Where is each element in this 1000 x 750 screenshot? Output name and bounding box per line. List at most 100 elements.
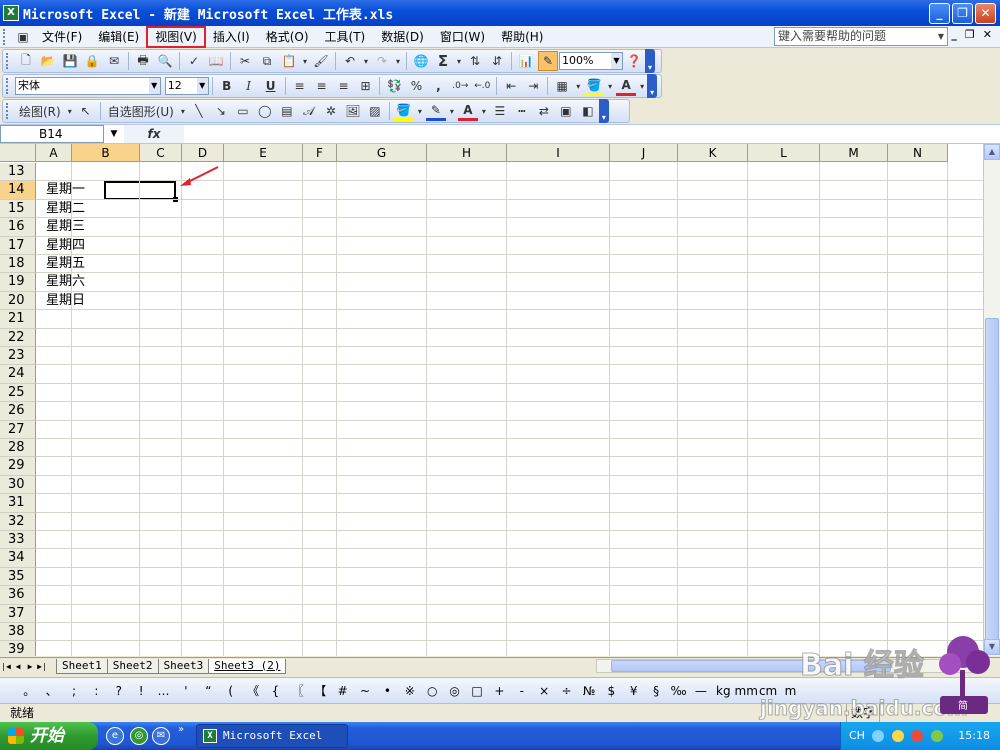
tray-user-icon[interactable] — [891, 730, 904, 742]
help-icon[interactable]: ❓ — [624, 51, 644, 71]
cell-A18[interactable]: 星期五 — [46, 255, 85, 273]
column-header-J[interactable]: J — [610, 144, 678, 162]
scroll-up-button[interactable]: ▲ — [984, 144, 1000, 160]
symbol-button[interactable]: : — [85, 684, 107, 698]
cell-A20[interactable]: 星期日 — [46, 292, 85, 310]
menu-file[interactable]: 文件(F) — [34, 27, 90, 47]
row-header-39[interactable]: 39 — [0, 641, 36, 656]
sheet-tab-sheet1[interactable]: Sheet1 — [56, 658, 108, 674]
doc-restore-button[interactable]: ❐ — [965, 28, 975, 41]
underline-button[interactable]: U — [261, 76, 281, 96]
align-left-icon[interactable]: ≡ — [290, 76, 310, 96]
increase-decimal-icon[interactable]: .0→ — [450, 76, 470, 96]
menu-excel-icon[interactable]: ▣ — [13, 27, 33, 47]
print-icon[interactable]: 🖶 — [133, 51, 153, 71]
doc-close-button[interactable]: ✕ — [983, 28, 992, 41]
menu-insert[interactable]: 插入(I) — [205, 27, 258, 47]
autoshapes-button[interactable]: 自选图形(U) — [105, 101, 177, 121]
row-header-14[interactable]: 14 — [0, 181, 36, 200]
cell-A16[interactable]: 星期三 — [46, 218, 85, 236]
shadow-style-icon[interactable]: ▣ — [556, 101, 576, 121]
wordart-icon[interactable]: 𝒜 — [299, 101, 319, 121]
help-dropdown-icon[interactable]: ▼ — [935, 28, 947, 45]
symbol-button[interactable]: ※ — [399, 684, 421, 698]
fill-color-dropdown-icon[interactable]: ▾ — [606, 76, 614, 96]
cell-A17[interactable]: 星期四 — [46, 237, 85, 255]
toolbar-options-icon[interactable]: ▾ — [647, 74, 658, 98]
undo-icon[interactable]: ↶ — [340, 51, 360, 71]
zoom-select[interactable]: 100% ▼ — [559, 52, 623, 70]
shape-fill-icon[interactable]: 🪣 — [393, 101, 414, 121]
symbol-button[interactable]: ‰ — [667, 684, 689, 698]
row-header-32[interactable]: 32 — [0, 512, 36, 531]
symbol-button[interactable]: kg — [712, 684, 734, 698]
draw-dropdown-icon[interactable]: ▾ — [66, 101, 74, 121]
row-header-28[interactable]: 28 — [0, 439, 36, 458]
symbol-button[interactable]: $ — [600, 684, 622, 698]
toolbar-grip[interactable] — [6, 103, 12, 119]
sort-descending-icon[interactable]: ⇵ — [487, 51, 507, 71]
horizontal-scrollbar[interactable] — [596, 659, 983, 673]
picture-icon[interactable]: ▨ — [365, 101, 385, 121]
oval-icon[interactable]: ◯ — [255, 101, 275, 121]
percent-button[interactable]: % — [406, 76, 426, 96]
textbox-icon[interactable]: ▤ — [277, 101, 297, 121]
arrow-style-icon[interactable]: ⇄ — [534, 101, 554, 121]
cell-A19[interactable]: 星期六 — [46, 273, 85, 291]
column-header-A[interactable]: A — [36, 144, 72, 162]
new-icon[interactable]: 🗋 — [16, 51, 36, 71]
paste-icon[interactable]: 📋 — [279, 51, 299, 71]
language-indicator[interactable]: CH — [849, 729, 865, 742]
symbol-button[interactable]: 【 — [309, 682, 331, 699]
paste-dropdown-icon[interactable]: ▾ — [301, 51, 309, 71]
row-header-36[interactable]: 36 — [0, 586, 36, 605]
currency-icon[interactable]: 💱 — [384, 76, 404, 96]
merge-center-icon[interactable]: ⊞ — [355, 76, 375, 96]
menu-format[interactable]: 格式(O) — [258, 27, 317, 47]
symbol-button[interactable]: ! — [130, 684, 152, 698]
autoshapes-dropdown-icon[interactable]: ▾ — [179, 101, 187, 121]
symbol-button[interactable]: “ — [197, 684, 219, 698]
taskbar-excel-window[interactable]: X Microsoft Excel ... — [196, 724, 348, 748]
symbol-button[interactable]: 。 — [18, 682, 40, 699]
zoom-dropdown-icon[interactable]: ▼ — [611, 53, 622, 69]
formula-input[interactable] — [184, 125, 1000, 143]
symbol-button[interactable]: m — [779, 684, 801, 698]
undo-dropdown-icon[interactable]: ▾ — [362, 51, 370, 71]
font-dropdown-icon[interactable]: ▼ — [148, 78, 160, 94]
minimize-button[interactable]: _ — [929, 3, 950, 24]
draw-menu-button[interactable]: 绘图(R) — [16, 101, 64, 121]
font-size-select[interactable]: 12 ▼ — [164, 77, 209, 95]
row-header-31[interactable]: 31 — [0, 494, 36, 513]
format-painter-icon[interactable]: 🖌 — [311, 51, 331, 71]
font-size-dropdown-icon[interactable]: ▼ — [196, 78, 208, 94]
font-select[interactable]: 宋体 ▼ — [15, 77, 161, 95]
quicklaunch-more-icon[interactable]: » — [178, 724, 184, 735]
excel-app-icon[interactable]: X — [3, 5, 19, 21]
symbol-button[interactable]: 、 — [40, 682, 62, 699]
symbol-button[interactable]: ? — [108, 684, 130, 698]
row-header-15[interactable]: 15 — [0, 199, 36, 219]
align-right-icon[interactable]: ≡ — [334, 76, 354, 96]
symbol-button[interactable]: ; — [63, 684, 85, 698]
chart-wizard-icon[interactable]: 📊 — [516, 51, 536, 71]
line-color-dropdown-icon[interactable]: ▾ — [448, 101, 456, 121]
menu-view[interactable]: 视图(V) — [146, 25, 206, 48]
row-header-37[interactable]: 37 — [0, 604, 36, 623]
symbol-button[interactable]: cm — [757, 684, 779, 698]
active-cell-B14[interactable] — [104, 181, 178, 202]
name-box[interactable]: B14 — [0, 125, 104, 143]
first-sheet-icon[interactable]: |◀ — [0, 662, 12, 671]
row-header-25[interactable]: 25 — [0, 383, 36, 403]
next-sheet-icon[interactable]: ▶ — [24, 662, 36, 671]
symbol-button[interactable]: ◎ — [443, 684, 465, 698]
column-header-B[interactable]: B — [72, 144, 140, 162]
rectangle-icon[interactable]: ▭ — [233, 101, 253, 121]
row-header-13[interactable]: 13 — [0, 163, 36, 182]
increase-indent-icon[interactable]: ⇥ — [523, 76, 543, 96]
symbol-button[interactable]: ÷ — [555, 684, 577, 698]
symbol-button[interactable]: 《 — [242, 682, 264, 699]
sort-ascending-icon[interactable]: ⇅ — [465, 51, 485, 71]
fill-color-icon[interactable]: 🪣 — [584, 76, 605, 96]
row-header-20[interactable]: 20 — [0, 291, 36, 311]
